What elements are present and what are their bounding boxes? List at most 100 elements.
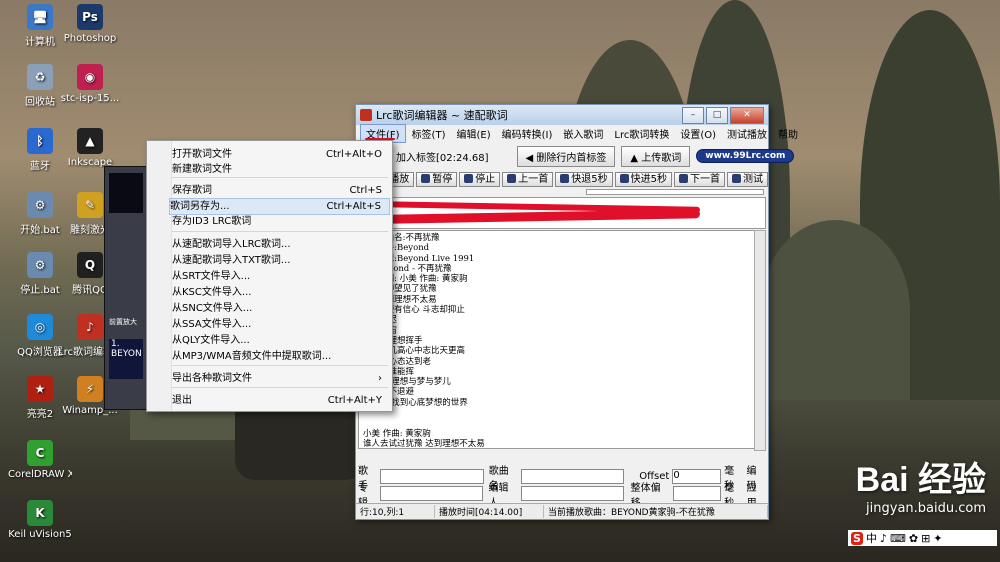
game-icon: ★ (27, 376, 53, 402)
window-titlebar[interactable]: Lrc歌词编辑器 ~ 速配歌词 – □ ✕ (356, 105, 768, 125)
playback-button[interactable]: 暂停 (416, 171, 458, 187)
menu-item[interactable]: 编辑(E) (451, 125, 495, 142)
playback-icon (732, 173, 741, 183)
file-menu-item-shortcut (382, 317, 390, 332)
lyric-line: 谁去延迟 (363, 315, 751, 325)
menu-separator (172, 177, 388, 178)
file-menu-item-shortcut (382, 162, 390, 177)
file-menu-item[interactable]: 歌词另存为... Ctrl+Alt+S (169, 198, 390, 215)
desktop-icon[interactable]: ▲ Inkscape (58, 128, 122, 168)
file-menu-item[interactable]: 打开歌词文件 Ctrl+Alt+O (172, 147, 390, 162)
tray-icon[interactable]: 中 (866, 530, 877, 546)
menu-item[interactable]: 设置(O) (675, 125, 721, 142)
winamp-playlist-item[interactable]: 1. BEYON (109, 339, 143, 379)
playback-icon (421, 173, 431, 183)
system-tray: S 中 ♪ ⌨ ✿ ⊞ ✦ (848, 530, 997, 546)
menu-item[interactable]: 帮助 (773, 125, 803, 142)
file-menu-item-shortcut (382, 269, 390, 284)
tag-fields: 歌手 歌曲名 Offset 0 毫秒 编码 专辑 编辑人 整体偏移 毫秒 应用 (358, 466, 766, 509)
lyric-line (363, 408, 751, 418)
playback-button[interactable]: 停止 (459, 171, 501, 187)
playback-icon (560, 173, 570, 183)
tray-icon[interactable]: ✦ (933, 532, 942, 545)
baidu-watermark: Bai 经验 jingyan.baidu.com (856, 452, 986, 516)
winamp-eq-label: 前置放大 (109, 318, 137, 326)
lyrics-scrollbar[interactable] (754, 230, 766, 451)
menu-item[interactable]: 嵌入歌词 (558, 125, 608, 142)
playback-label: 下一首 (690, 173, 720, 185)
file-menu-item[interactable]: 从SRT文件导入... (172, 269, 390, 284)
computer-icon: 🖥 (27, 4, 53, 30)
whole-offset-input[interactable] (672, 486, 722, 501)
file-menu-item[interactable]: 从SNC文件导入... (172, 301, 390, 316)
file-menu-item[interactable]: 从速配歌词导入TXT歌词... (172, 253, 390, 268)
playback-icon (464, 173, 474, 183)
status-position: 行:10,列:1 (356, 505, 435, 518)
playback-button[interactable]: 快退5秒 (555, 171, 613, 187)
lyric-line: 42]歌手:Beyond (363, 243, 430, 254)
lyric-line: 66]达到理想不太易 (363, 294, 437, 305)
file-menu-item-label: 从SSA文件导入... (172, 319, 252, 330)
playback-button[interactable]: 下一首 (674, 171, 725, 187)
desktop-icon[interactable]: ◉ stc-isp-15... (58, 64, 122, 104)
minimize-button[interactable]: – (682, 107, 704, 124)
tray-icon[interactable]: ♪ (880, 532, 887, 545)
menu-item[interactable]: 标签(T) (407, 125, 451, 142)
playback-button[interactable]: 测试 (727, 171, 768, 187)
file-menu-item-label: 从速配歌词导入TXT歌词... (172, 255, 291, 266)
desktop-icon[interactable]: C CorelDRAW X4 (8, 440, 72, 480)
tray-icon[interactable]: ✿ (909, 532, 918, 545)
file-menu-item[interactable]: 从MP3/WMA音频文件中提取歌词... (172, 349, 390, 364)
tray-icon[interactable]: S (851, 531, 863, 545)
album-input[interactable] (380, 486, 484, 501)
menu-item[interactable]: 编码转换(I) (497, 125, 558, 142)
menu-item[interactable]: 测试播放 (722, 125, 772, 142)
lyric-line: 有创伤不退避 (363, 387, 751, 397)
tray-icon[interactable]: ⊞ (921, 532, 930, 545)
song-input[interactable] (520, 469, 625, 484)
add-tag-button[interactable]: 加入标签[02:24.68] (388, 147, 497, 166)
file-menu-item-label: 从KSC文件导入... (172, 287, 252, 298)
delete-tag-button[interactable]: ◀ 删除行内首标签 (516, 145, 616, 167)
recycle-bin-icon: ♻ (27, 64, 53, 90)
toolbar-main: 加入标签[02:24.68] ◀ 删除行内首标签 ▲ 上传歌词 www.99Lr… (358, 145, 795, 167)
playback-button[interactable]: 快进5秒 (614, 171, 672, 187)
file-menu-item[interactable]: 从SSA文件导入... (172, 317, 390, 332)
menu-item[interactable]: Lrc歌词转换 (609, 125, 674, 142)
maximize-button[interactable]: □ (706, 107, 728, 124)
bat-file-icon: ⚙ (27, 192, 53, 218)
file-menu-item[interactable]: 从速配歌词导入LRC歌词... (172, 237, 390, 252)
singer-input[interactable] (380, 469, 484, 484)
mountain-shape (760, 220, 910, 400)
file-menu-item[interactable]: 新建歌词文件 (172, 162, 390, 177)
file-menu-item[interactable]: 退出 Ctrl+Alt+Y (172, 393, 390, 408)
editor-input[interactable] (520, 486, 624, 501)
upload-lyrics-button[interactable]: ▲ 上传歌词 (621, 145, 691, 167)
stc-isp-icon: ◉ (77, 64, 103, 90)
file-menu-item-label: 从速配歌词导入LRC歌词... (172, 239, 291, 250)
progress-slider[interactable] (586, 189, 764, 195)
lrc-editor-window[interactable]: Lrc歌词编辑器 ~ 速配歌词 – □ ✕ 文件(F) 标签(T) 编辑(E) 编码转… (355, 104, 798, 520)
qq-browser-icon: ◎ (27, 314, 53, 340)
desktop-icon[interactable]: Ps Photoshop (58, 4, 122, 44)
file-menu-item[interactable]: 存为ID3 LRC歌词 (172, 214, 390, 229)
file-menu-item[interactable]: 从KSC文件导入... (172, 285, 390, 300)
lyrics-editor[interactable]: 72]歌曲名:不再犹豫 42]歌手:Beyond 38]专辑:Beyond Live… (358, 230, 756, 449)
file-menu-item-shortcut (382, 214, 390, 229)
boat-shape (235, 410, 365, 480)
offset-input[interactable]: 0 (672, 469, 722, 484)
file-menu-item[interactable]: 导出各种歌词文件 › (172, 371, 390, 386)
file-menu-item-label: 导出各种歌词文件 (172, 373, 252, 384)
keil-icon: K (27, 500, 53, 526)
file-menu-item-label: 从SNC文件导入... (172, 303, 253, 314)
file-menu-item[interactable]: 保存歌词 Ctrl+S (172, 183, 390, 198)
playback-button[interactable]: 上一首 (502, 171, 554, 187)
close-button[interactable]: ✕ (730, 107, 764, 124)
lyric-line: 小美 作曲: 黄家驹 (363, 428, 431, 439)
winamp-window[interactable]: 前置放大 1. BEYON (104, 166, 148, 410)
file-menu-item[interactable]: 从QLY文件导入... (172, 333, 390, 348)
file-menu-item-label: 退出 (172, 395, 192, 406)
desktop-icon[interactable]: K Keil uVision5 (8, 500, 72, 540)
site-link[interactable]: www.99Lrc.com (696, 149, 795, 163)
tray-icon[interactable]: ⌨ (890, 532, 906, 545)
